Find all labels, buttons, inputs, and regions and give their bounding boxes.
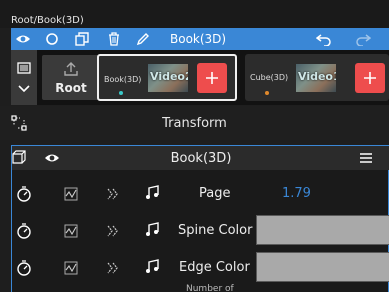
graph-icon[interactable]	[63, 260, 79, 276]
stopwatch-icon[interactable]	[16, 186, 32, 202]
chevron-down-icon	[16, 81, 32, 97]
circle-icon[interactable]	[44, 31, 60, 47]
undo-icon[interactable]	[316, 31, 332, 47]
menu-icon[interactable]	[358, 150, 374, 166]
upload-icon	[63, 61, 79, 77]
panel-header: Book(3D)	[12, 146, 389, 170]
property-value[interactable]: 1.79	[282, 186, 311, 201]
transform-row[interactable]: Transform	[0, 106, 389, 140]
layer-side-toggle[interactable]	[11, 50, 37, 105]
property-name: Page	[199, 186, 231, 201]
music-note-icon[interactable]	[144, 259, 160, 275]
property-row-page: Page 1.79	[12, 175, 389, 212]
chevrons-right-icon[interactable]	[105, 223, 121, 239]
layer-thumbnail: Video1	[296, 64, 336, 92]
toolbar-title: Book(3D)	[170, 32, 227, 46]
plus-icon	[364, 72, 376, 84]
chevrons-right-icon[interactable]	[105, 186, 121, 202]
layer-item-book[interactable]: Book(3D) Video2	[97, 54, 237, 101]
edge-color-swatch[interactable]	[256, 252, 389, 282]
root-layer-button[interactable]: Root	[42, 55, 100, 100]
music-note-icon[interactable]	[144, 222, 160, 238]
chevrons-right-icon[interactable]	[105, 260, 121, 276]
stopwatch-icon[interactable]	[16, 223, 32, 239]
property-name-partial: Number of	[186, 284, 234, 292]
property-name: Spine Color	[178, 223, 253, 238]
thumbnail-text: Video1	[298, 70, 336, 83]
layer-thumbnail: Video2	[148, 64, 188, 92]
add-to-layer-button[interactable]	[197, 63, 227, 93]
trash-icon[interactable]	[106, 31, 122, 47]
panel-title: Book(3D)	[170, 151, 232, 166]
properties-panel: Book(3D) Page 1.79 Spine Color Edge Colo…	[11, 145, 389, 292]
layer-item-name: Cube(3D)	[250, 73, 289, 82]
breadcrumb: Root/Book(3D)	[11, 15, 84, 26]
toolbar: Book(3D)	[11, 28, 389, 50]
plus-icon	[206, 72, 218, 84]
stopwatch-icon[interactable]	[16, 260, 32, 276]
list-icon	[16, 60, 32, 76]
graph-icon[interactable]	[63, 186, 79, 202]
music-note-icon[interactable]	[144, 185, 160, 201]
spine-color-swatch[interactable]	[256, 215, 389, 245]
transform-label: Transform	[162, 116, 227, 131]
add-to-layer-button[interactable]	[355, 63, 385, 93]
property-name: Edge Color	[179, 260, 250, 275]
duplicate-icon[interactable]	[74, 31, 90, 47]
layer-strip: Root Book(3D) Video2 Cube(3D) Video1	[11, 50, 389, 105]
eye-icon[interactable]	[15, 31, 31, 47]
root-label: Root	[55, 81, 87, 95]
layer-dot	[265, 91, 269, 95]
redo-icon[interactable]	[355, 31, 371, 47]
pencil-icon[interactable]	[135, 31, 151, 47]
breadcrumb-bar: Root/Book(3D)	[0, 0, 389, 28]
layer-item-cube[interactable]: Cube(3D) Video1	[245, 54, 389, 101]
thumbnail-text: Video2	[150, 70, 188, 83]
graph-icon[interactable]	[63, 223, 79, 239]
layer-item-name: Book(3D)	[104, 75, 142, 84]
layer-dot	[119, 91, 123, 95]
property-row-spine-color: Spine Color	[12, 212, 389, 249]
property-row-edge-color: Edge Color	[12, 249, 389, 286]
